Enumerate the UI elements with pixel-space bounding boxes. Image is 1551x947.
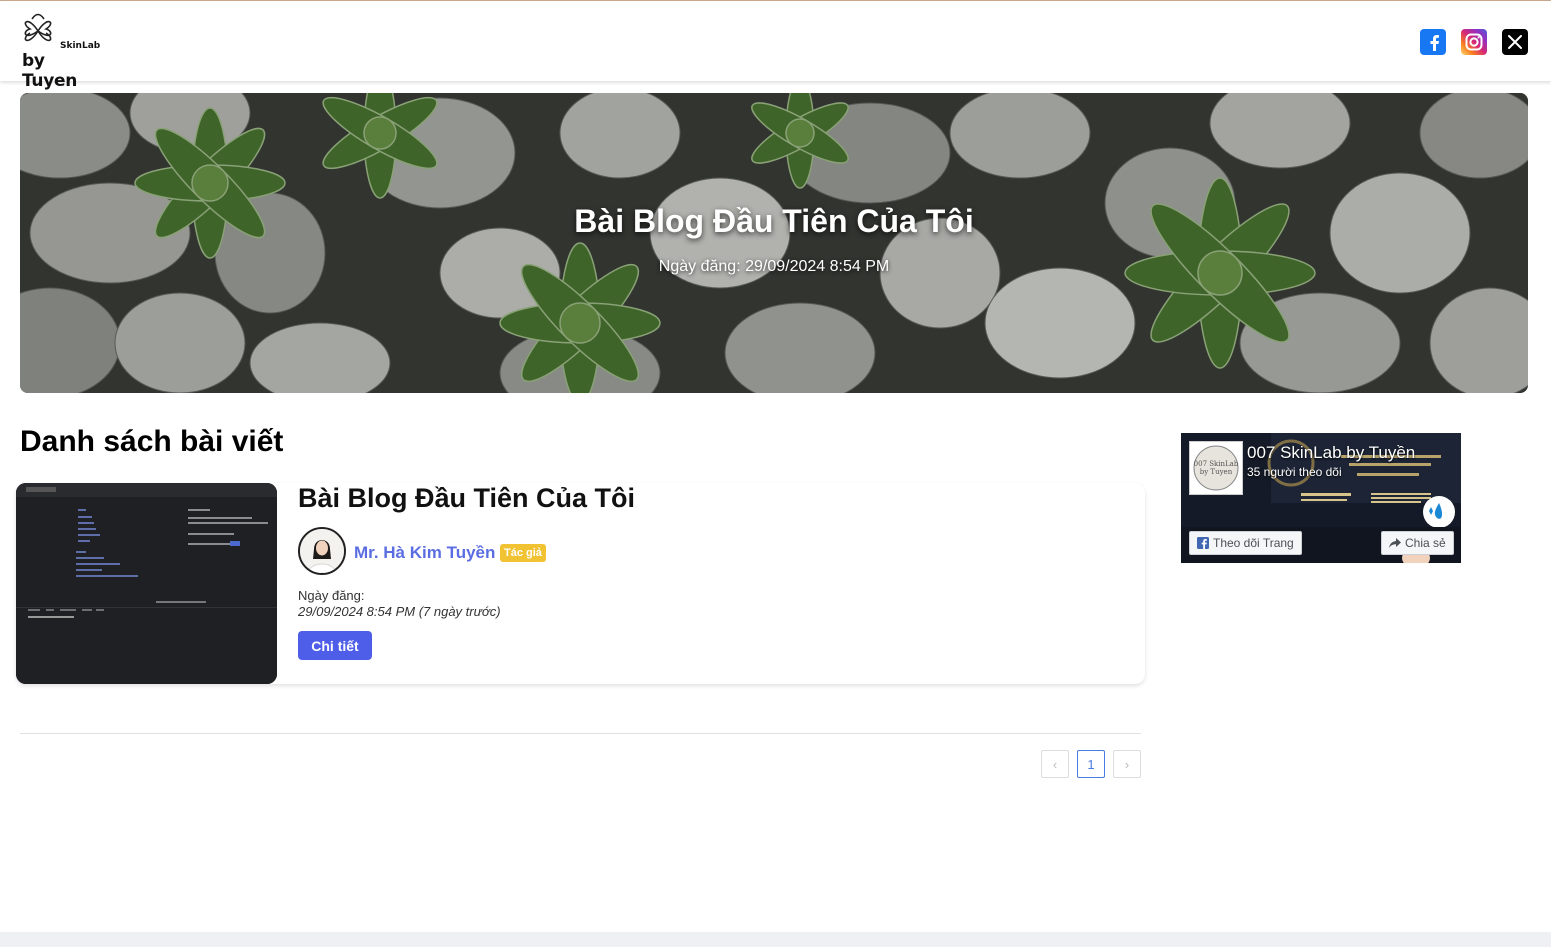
post-thumbnail[interactable] [16,483,277,684]
pagination-page-1[interactable]: 1 [1077,750,1105,778]
author-badge: Tác giả [500,544,546,562]
hero-date: Ngày đăng: 29/09/2024 8:54 PM [658,258,890,275]
pagination-next-button[interactable]: › [1113,750,1141,778]
hero-title: Bài Blog Đầu Tiên Của Tôi [574,203,974,239]
clover-logo-icon [24,13,52,42]
instagram-icon[interactable] [1461,29,1487,55]
x-icon[interactable] [1502,29,1528,55]
facebook-share-label: Chia sẻ [1405,536,1446,550]
site-header: SkinLab by Tuyen [0,1,1551,91]
facebook-page-logo[interactable]: 007 SkinLab by Tuyen [1189,441,1243,495]
facebook-share-button[interactable]: Chia sẻ [1381,531,1454,555]
thumbnail-screenshot-image [16,483,277,684]
section-title: Danh sách bài viết [20,425,284,458]
post-title[interactable]: Bài Blog Đầu Tiên Của Tôi [298,483,635,514]
facebook-icon[interactable] [1420,29,1446,55]
share-arrow-icon [1389,538,1401,548]
logo-text-big: by Tuyen [22,51,78,91]
svg-text:by Tuyen: by Tuyen [1200,468,1233,476]
post-date-value: 29/09/2024 8:54 PM (7 ngày trước) [298,604,501,619]
author-name-link[interactable]: Mr. Hà Kim Tuyền [354,543,495,563]
pagination-prev-button[interactable]: ‹ [1041,750,1069,778]
facebook-small-icon [1197,537,1209,549]
logo-text-small: SkinLab [60,41,101,51]
post-date-label: Ngày đăng: [298,588,365,603]
site-logo[interactable]: SkinLab by Tuyen [18,11,101,91]
detail-button[interactable]: Chi tiết [298,631,372,660]
facebook-page-widget[interactable]: 007 SkinLab by Tuyen 007 SkinLab by Tuyền… [1181,433,1461,563]
hero-banner: Bài Blog Đầu Tiên Của Tôi Ngày đăng: 29/… [20,93,1528,393]
facebook-followers-count: 35 người theo dõi [1247,465,1342,479]
facebook-page-name[interactable]: 007 SkinLab by Tuyền [1247,443,1415,463]
post-card: Bài Blog Đầu Tiên Của Tôi Mr. Hà Kim Tuy… [16,483,1145,684]
pagination-divider [20,733,1141,734]
facebook-follow-label: Theo dõi Trang [1213,536,1294,550]
hero-background-image [20,93,1528,393]
footer-strip [0,932,1551,947]
svg-text:007 SkinLab: 007 SkinLab [1194,460,1239,468]
author-avatar[interactable] [298,527,346,575]
facebook-follow-button[interactable]: Theo dõi Trang [1189,531,1302,555]
